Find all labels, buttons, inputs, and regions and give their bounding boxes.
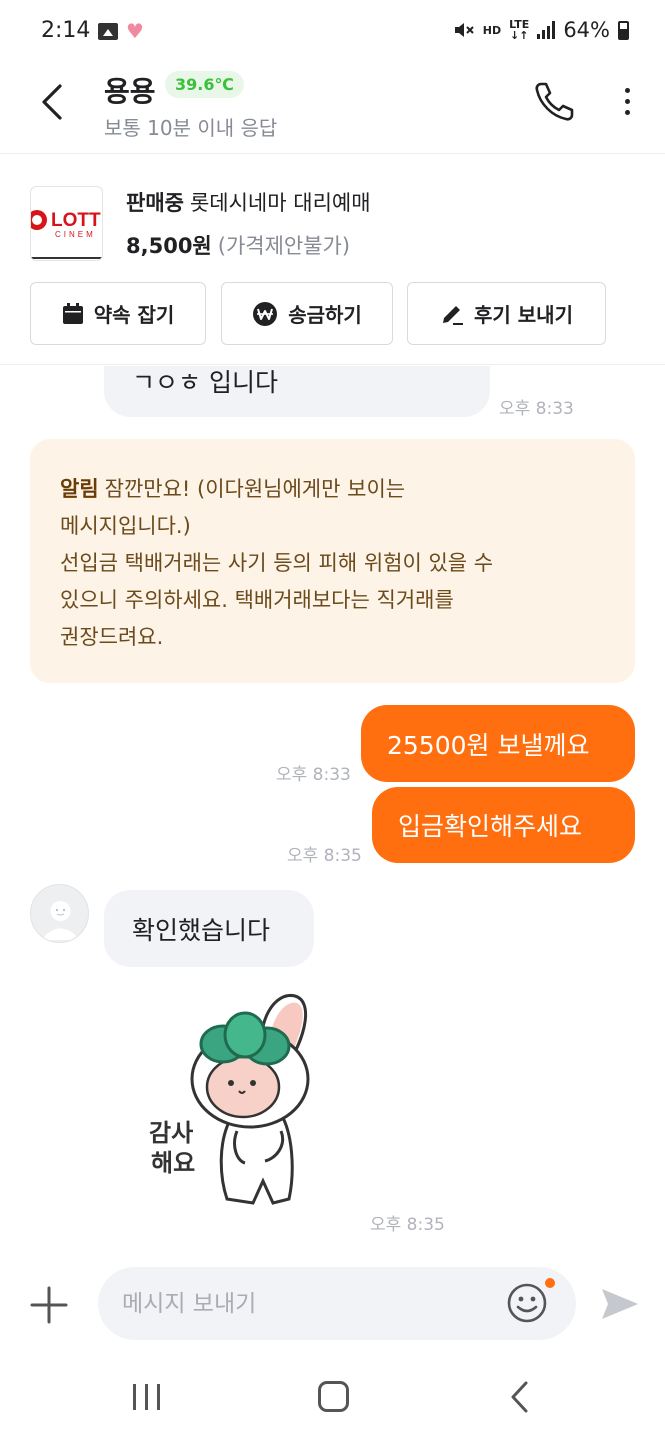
plus-icon[interactable] <box>30 1286 68 1324</box>
emoji-icon[interactable] <box>506 1282 548 1324</box>
new-badge-dot <box>545 1278 555 1288</box>
review-label: 후기 보내기 <box>474 303 573 327</box>
price-negotiation: (가격제안불가) <box>217 234 351 258</box>
battery-percent: 64% <box>563 18 610 42</box>
hd-indicator: HD <box>482 23 502 37</box>
phone-icon[interactable] <box>532 80 576 124</box>
product-thumbnail[interactable]: LOTT CINEM <box>30 186 103 261</box>
outgoing-message-bubble: 입금확인해주세요 <box>372 787 635 863</box>
safety-notice: 알림 잠깐만요! (이다원님에게만 보이는 메시지입니다.) 선입금 택배거래는 … <box>30 439 635 683</box>
sticker-text: 감사 <box>149 1119 193 1147</box>
message-input[interactable] <box>98 1267 576 1340</box>
product-title: 롯데시네마 대리예매 <box>189 191 371 215</box>
appointment-label: 약속 잡기 <box>93 303 175 327</box>
message-input-bar <box>0 1262 665 1348</box>
notice-line: 메시지입니다.) <box>60 514 191 538</box>
lte-indicator: LTE ↓↑ <box>509 18 530 42</box>
product-info[interactable]: LOTT CINEM 판매중 롯데시네마 대리예매 8,500원 (가격제안불가) … <box>0 155 665 365</box>
thank-you-sticker: 감사 해요 <box>149 994 310 1205</box>
battery-icon <box>618 20 629 40</box>
mute-icon <box>454 23 474 37</box>
notice-line: 잠깐만요! (이다원님에게만 보이는 <box>104 477 406 501</box>
product-title-line: 판매중 롯데시네마 대리예매 <box>126 187 371 217</box>
system-navigation-bar <box>0 1350 665 1440</box>
signal-icon <box>537 21 556 39</box>
home-icon[interactable] <box>318 1381 349 1412</box>
notice-line: 권장드려요. <box>60 625 164 649</box>
message-time: 오후 8:33 <box>276 765 351 785</box>
message-text: 확인했습니다 <box>132 915 271 945</box>
manner-temperature-badge: 39.6℃ <box>165 71 244 98</box>
chat-header: 용용 39.6℃ 보통 10분 이내 응답 <box>0 62 665 154</box>
partner-nickname[interactable]: 용용 <box>104 70 156 110</box>
heart-notification-icon: ♥ <box>126 19 144 43</box>
status-time: 2:14 <box>41 18 91 43</box>
message-time: 오후 8:33 <box>499 399 574 419</box>
product-price: 8,500원 <box>126 234 212 258</box>
notice-line: 선입금 택배거래는 사기 등의 피해 위험이 있을 수 <box>60 551 494 575</box>
message-text: 25500원 보낼께요 <box>387 730 590 760</box>
status-bar: 2:14 ♥ HD LTE ↓↑ 64% <box>0 0 665 62</box>
appointment-button[interactable]: 약속 잡기 <box>30 282 206 345</box>
review-button[interactable]: 후기 보내기 <box>407 282 606 345</box>
notice-title: 알림 <box>60 477 99 501</box>
incoming-message-bubble: ㄱㅇㅎ 입니다 <box>104 366 490 417</box>
sale-status: 판매중 <box>126 191 184 215</box>
calendar-icon <box>62 302 83 324</box>
back-arrow-icon[interactable] <box>36 80 72 124</box>
chat-messages[interactable]: ㄱㅇㅎ 입니다 오후 8:33 알림 잠깐만요! (이다원님에게만 보이는 메시지… <box>0 366 665 1261</box>
notice-line: 있으니 주의하세요. 택배거래보다는 직거래를 <box>60 588 454 612</box>
avatar[interactable] <box>30 884 89 943</box>
outgoing-message-bubble: 25500원 보낼께요 <box>361 705 635 782</box>
transfer-label: 송금하기 <box>288 303 362 327</box>
response-time-info: 보통 10분 이내 응답 <box>104 116 278 140</box>
won-icon <box>253 301 278 326</box>
more-options-icon[interactable] <box>614 84 640 120</box>
transfer-button[interactable]: 송금하기 <box>221 282 393 345</box>
product-price-line: 8,500원 (가격제안불가) <box>126 230 350 260</box>
pencil-icon <box>443 305 464 325</box>
logo-text-bottom: CINEM <box>55 230 96 239</box>
recent-apps-icon[interactable] <box>133 1384 163 1410</box>
sticker-text: 해요 <box>151 1149 195 1177</box>
send-icon[interactable] <box>600 1284 640 1324</box>
message-time: 오후 8:35 <box>287 846 362 866</box>
message-time: 오후 8:35 <box>370 1215 445 1235</box>
message-text: 입금확인해주세요 <box>398 812 583 841</box>
gallery-notification-icon <box>98 23 118 40</box>
status-indicators: HD LTE ↓↑ 64% <box>453 18 629 42</box>
nav-back-icon[interactable] <box>508 1380 532 1414</box>
incoming-message-bubble: 확인했습니다 <box>104 890 314 967</box>
message-text: ㄱㅇㅎ 입니다 <box>132 367 278 397</box>
logo-text-top: LOTT <box>51 210 101 231</box>
